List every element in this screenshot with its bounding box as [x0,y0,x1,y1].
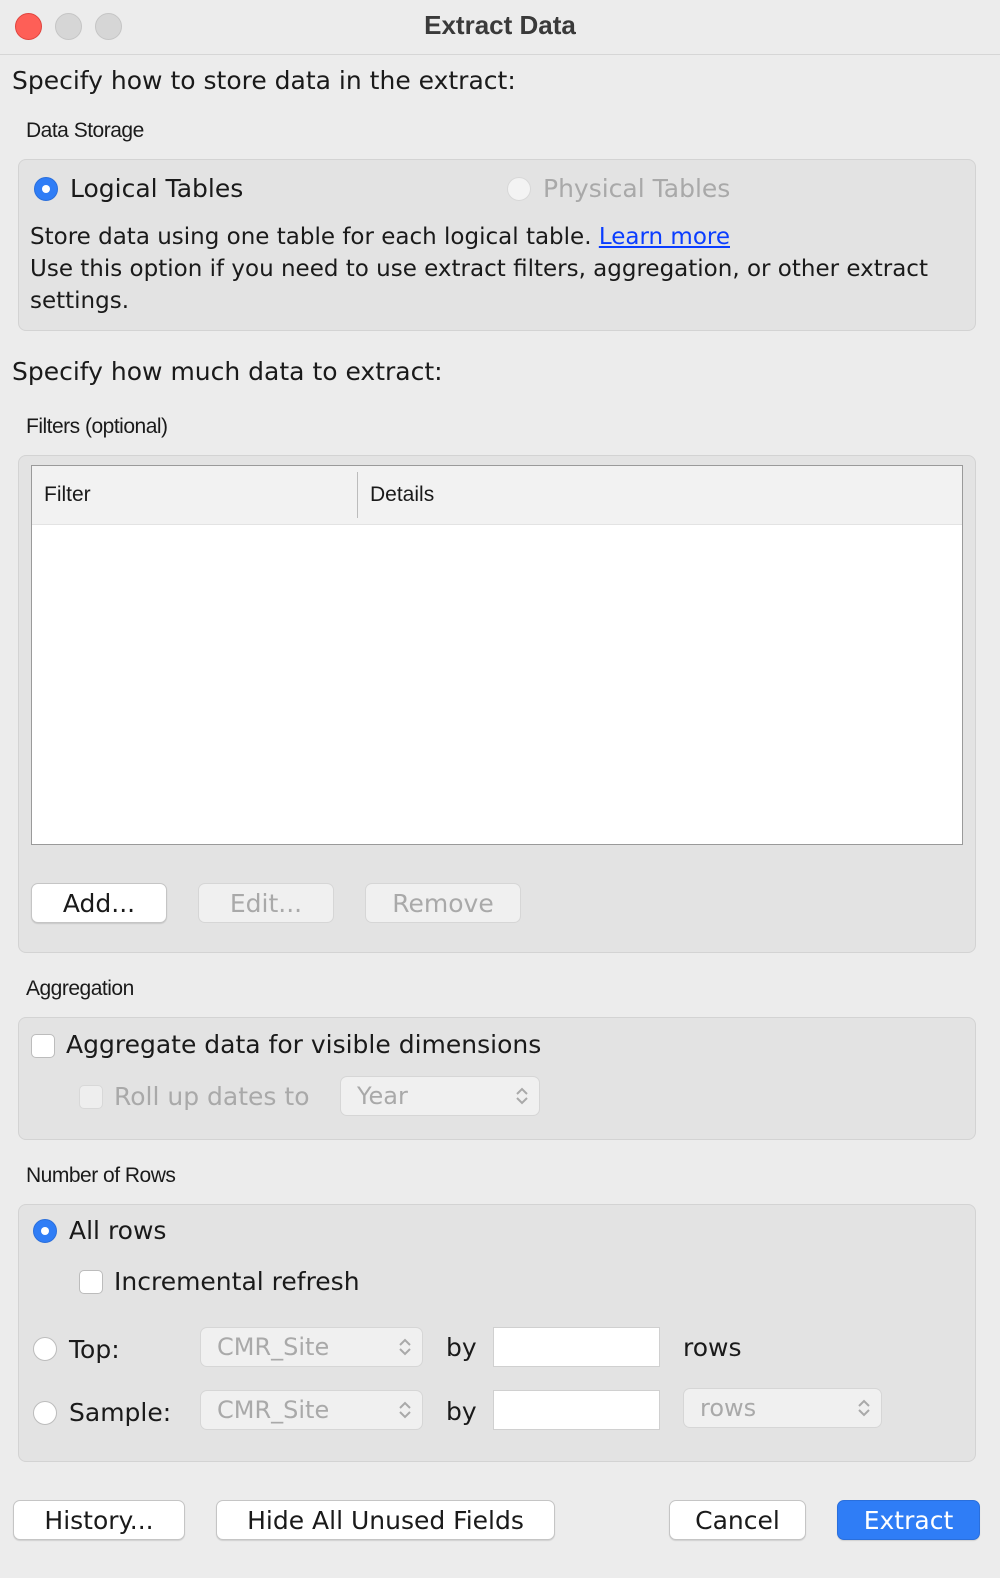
sample-unit-select[interactable]: rows [683,1388,882,1428]
details-column-header[interactable]: Details [370,483,434,507]
logical-tables-radio[interactable] [34,177,58,201]
top-field-value: CMR_Site [217,1333,330,1361]
aggregate-checkbox[interactable] [31,1034,55,1058]
incremental-refresh-checkbox[interactable] [79,1270,103,1294]
cancel-button[interactable]: Cancel [669,1500,806,1540]
aggregate-label[interactable]: Aggregate data for visible dimensions [66,1030,541,1059]
column-divider[interactable] [357,472,358,518]
remove-filter-button[interactable]: Remove [365,883,521,923]
chevron-updown-icon [399,1401,411,1419]
all-rows-label[interactable]: All rows [69,1216,166,1245]
aggregation-label: Aggregation [26,977,134,1000]
edit-filter-button[interactable]: Edit... [198,883,334,923]
window-title: Extract Data [424,10,576,40]
physical-tables-label[interactable]: Physical Tables [543,174,730,203]
filter-column-header[interactable]: Filter [44,483,91,507]
chevron-updown-icon [399,1338,411,1356]
hide-unused-fields-button[interactable]: Hide All Unused Fields [216,1500,555,1540]
physical-tables-radio[interactable] [507,177,531,201]
chevron-updown-icon [858,1399,870,1417]
top-count-input[interactable] [493,1327,660,1367]
top-field-select[interactable]: CMR_Site [200,1327,423,1367]
number-of-rows-label: Number of Rows [26,1164,176,1187]
top-unit-label: rows [683,1333,742,1362]
top-by-label: by [446,1333,477,1362]
storage-description-line2: Use this option if you need to use extra… [30,256,928,314]
extract-button[interactable]: Extract [837,1500,980,1540]
sample-label[interactable]: Sample: [69,1398,171,1427]
rollup-checkbox[interactable] [79,1085,103,1109]
sample-unit-value: rows [700,1394,757,1422]
filters-table-header: Filter Details [32,466,962,525]
data-storage-label: Data Storage [26,119,144,142]
chevron-updown-icon [516,1087,528,1105]
filters-label: Filters (optional) [26,415,168,438]
add-filter-button[interactable]: Add... [31,883,167,923]
rollup-select-value: Year [357,1082,408,1110]
rollup-select[interactable]: Year [340,1076,540,1116]
sample-by-label: by [446,1397,477,1426]
all-rows-radio[interactable] [33,1219,57,1243]
sample-count-input[interactable] [493,1390,660,1430]
sample-field-select[interactable]: CMR_Site [200,1390,423,1430]
sample-field-value: CMR_Site [217,1396,330,1424]
storage-description-line1: Store data using one table for each logi… [30,224,592,250]
storage-description: Store data using one table for each logi… [30,221,950,317]
incremental-refresh-label[interactable]: Incremental refresh [114,1267,360,1296]
learn-more-link[interactable]: Learn more [599,224,730,250]
top-label[interactable]: Top: [69,1335,120,1364]
top-radio[interactable] [33,1337,57,1361]
rollup-label[interactable]: Roll up dates to [114,1082,309,1111]
extract-heading: Specify how much data to extract: [12,357,443,386]
title-bar: Extract Data [0,0,1000,55]
storage-heading: Specify how to store data in the extract… [12,66,516,95]
history-button[interactable]: History... [13,1500,185,1540]
filters-table[interactable]: Filter Details [31,465,963,845]
logical-tables-label[interactable]: Logical Tables [70,174,243,203]
data-storage-group: Logical Tables Physical Tables Store dat… [18,159,976,331]
sample-radio[interactable] [33,1401,57,1425]
